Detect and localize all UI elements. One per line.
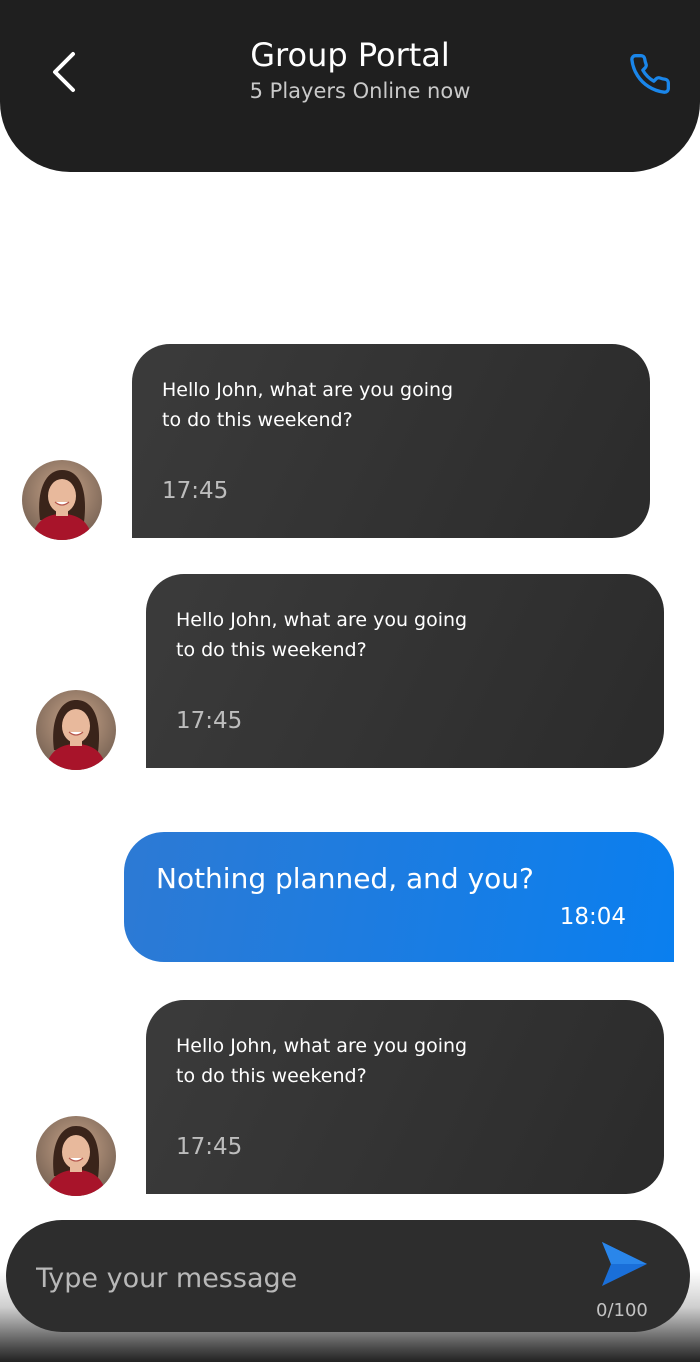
send-icon (602, 1242, 647, 1286)
send-button[interactable] (596, 1238, 652, 1290)
chat-screen: Group Portal 5 Players Online now Hello … (0, 0, 700, 1362)
message-input[interactable] (36, 1258, 556, 1298)
message-row: Hello John, what are you going to do thi… (0, 344, 700, 540)
message-text: Hello John, what are you going to do thi… (176, 609, 468, 661)
message-time: 17:45 (162, 478, 229, 504)
message-bubble-incoming[interactable]: Hello John, what are you going to do thi… (146, 574, 664, 768)
message-bubble-outgoing[interactable]: Nothing planned, and you? 18:04 (124, 832, 674, 962)
message-bubble-incoming[interactable]: Hello John, what are you going to do thi… (146, 1000, 664, 1194)
message-row: Hello John, what are you going to do thi… (0, 1000, 700, 1196)
message-row: Hello John, what are you going to do thi… (0, 574, 700, 770)
message-time: 17:45 (176, 1134, 243, 1160)
header-bar: Group Portal 5 Players Online now (0, 0, 700, 172)
avatar[interactable] (36, 690, 116, 770)
message-row: Nothing planned, and you? 18:04 (0, 832, 700, 964)
phone-icon (630, 54, 670, 94)
avatar[interactable] (36, 1116, 116, 1196)
call-button[interactable] (624, 48, 676, 100)
page-title: Group Portal (250, 36, 450, 74)
message-bubble-incoming[interactable]: Hello John, what are you going to do thi… (132, 344, 650, 538)
message-time: 18:04 (559, 904, 626, 930)
char-counter: 0/100 (596, 1300, 648, 1321)
message-text: Hello John, what are you going to do thi… (176, 1035, 468, 1087)
message-composer: 0/100 (6, 1220, 690, 1332)
online-status: 5 Players Online now (249, 79, 471, 103)
message-text: Hello John, what are you going to do thi… (162, 379, 454, 431)
message-text: Nothing planned, and you? (156, 862, 534, 895)
message-time: 17:45 (176, 708, 243, 734)
avatar[interactable] (22, 460, 102, 540)
